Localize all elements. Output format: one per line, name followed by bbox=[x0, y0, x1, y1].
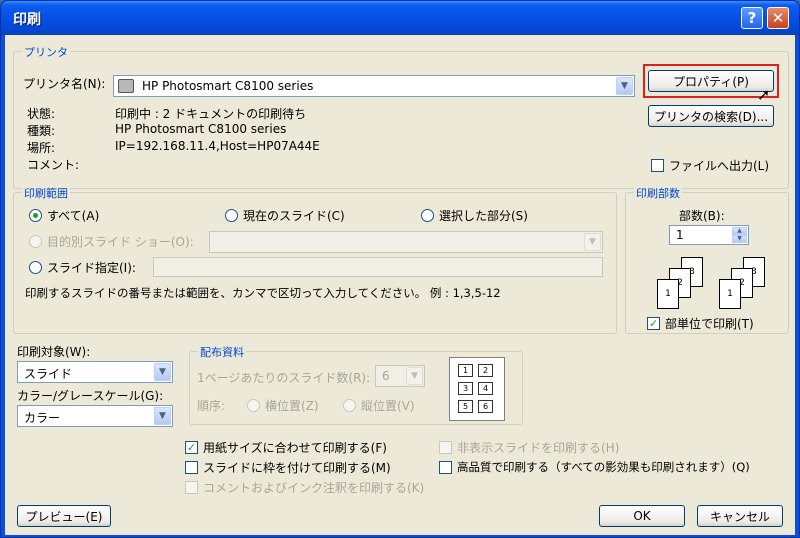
help-icon[interactable]: ? bbox=[741, 7, 763, 29]
cancel-button[interactable]: キャンセル bbox=[697, 505, 783, 527]
order-vertical-radio[interactable] bbox=[343, 399, 356, 412]
print-to-file-label[interactable]: ファイルへ出力(L) bbox=[669, 157, 769, 174]
location-value: IP=192.168.11.4,Host=HP07A44E bbox=[115, 139, 320, 153]
print-dialog: 印刷 ? ✕ プリンタ プリンタ名(N): HP Photosmart C810… bbox=[0, 0, 800, 538]
ok-button[interactable]: OK bbox=[599, 505, 685, 527]
high-quality-checkbox[interactable] bbox=[439, 461, 452, 474]
window-title: 印刷 bbox=[13, 12, 41, 28]
collate-page-icon: 1 bbox=[719, 279, 741, 309]
handout-cell: 6 bbox=[478, 400, 493, 413]
type-value: HP Photosmart C8100 series bbox=[115, 122, 287, 136]
chevron-down-icon[interactable]: ▼ bbox=[154, 407, 171, 425]
handout-cell: 4 bbox=[478, 382, 493, 395]
print-to-file-checkbox[interactable] bbox=[651, 159, 664, 172]
title-bar[interactable]: 印刷 ? ✕ bbox=[1, 1, 799, 35]
color-select[interactable]: カラー ▼ bbox=[17, 405, 173, 427]
slides-input[interactable] bbox=[153, 257, 603, 277]
custom-show-select[interactable]: ▼ bbox=[209, 231, 603, 253]
range-hint: 印刷するスライドの番号または範囲を、カンマで区切って入力してください。 例 : … bbox=[25, 286, 501, 300]
comments-ink-label: コメントおよびインク注釈を印刷する(K) bbox=[203, 481, 425, 495]
collate-page-icon: 1 bbox=[657, 279, 679, 309]
spin-buttons[interactable]: ▲ ▼ bbox=[732, 227, 747, 244]
chevron-down-icon[interactable]: ▼ bbox=[154, 363, 171, 381]
type-label: 種類: bbox=[27, 124, 56, 138]
copies-group-label: 印刷部数 bbox=[634, 185, 682, 201]
slides-per-page-label: 1ページあたりのスライド数(R): bbox=[197, 371, 371, 385]
handout-preview: 1 2 3 4 5 6 bbox=[449, 357, 505, 421]
comment-label: コメント: bbox=[27, 158, 80, 172]
order-vertical-label: 縦位置(V) bbox=[361, 399, 415, 413]
slides-per-page-select[interactable]: 6 ▼ bbox=[375, 365, 425, 387]
color-label: カラー/グレースケール(G): bbox=[17, 389, 164, 403]
frame-slides-label[interactable]: スライドに枠を付けて印刷する(M) bbox=[203, 459, 391, 476]
slides-per-page-value: 6 bbox=[382, 369, 390, 383]
range-slides-radio[interactable] bbox=[29, 261, 42, 274]
print-what-label: 印刷対象(W): bbox=[17, 345, 91, 359]
chevron-down-icon[interactable]: ▼ bbox=[406, 367, 423, 385]
collate-checkbox[interactable]: ✓ bbox=[647, 317, 660, 330]
printer-name-select[interactable]: HP Photosmart C8100 series ▼ bbox=[113, 75, 635, 97]
high-quality-label[interactable]: 高品質で印刷する（すべての影効果も印刷されます）(Q) bbox=[457, 459, 750, 475]
dialog-body: プリンタ プリンタ名(N): HP Photosmart C8100 serie… bbox=[5, 35, 795, 535]
mouse-cursor-icon: ➚ bbox=[757, 85, 771, 104]
order-horizontal-radio[interactable] bbox=[247, 399, 260, 412]
find-printer-button[interactable]: プリンタの検索(D)... bbox=[648, 105, 774, 127]
copies-count-value: 1 bbox=[676, 228, 684, 242]
handout-cell: 1 bbox=[458, 364, 473, 377]
range-selection-radio[interactable] bbox=[421, 209, 434, 222]
printer-name-value: HP Photosmart C8100 series bbox=[142, 79, 314, 93]
handout-cell: 5 bbox=[458, 400, 473, 413]
comments-ink-checkbox[interactable] bbox=[185, 481, 198, 494]
collate-label[interactable]: 部単位で印刷(T) bbox=[665, 315, 754, 332]
printer-icon bbox=[118, 79, 134, 93]
copies-count-stepper[interactable]: 1 ▲ ▼ bbox=[669, 225, 749, 245]
hidden-slides-checkbox[interactable] bbox=[439, 441, 452, 454]
print-range-group-label: 印刷範囲 bbox=[22, 185, 70, 201]
printer-group-label: プリンタ bbox=[22, 44, 70, 60]
scale-to-fit-checkbox[interactable]: ✓ bbox=[185, 441, 198, 454]
range-custom-show-radio[interactable] bbox=[29, 235, 42, 248]
close-icon[interactable]: ✕ bbox=[767, 7, 789, 29]
properties-button[interactable]: プロパティ(P) bbox=[648, 70, 774, 92]
status-value: 印刷中 : 2 ドキュメントの印刷待ち bbox=[115, 107, 307, 121]
order-horizontal-label: 横位置(Z) bbox=[265, 399, 319, 413]
handouts-group-label: 配布資料 bbox=[198, 344, 246, 360]
range-custom-show-label: 目的別スライド ショー(O): bbox=[47, 235, 194, 249]
range-all-label[interactable]: すべて(A) bbox=[47, 207, 99, 224]
range-selection-label[interactable]: 選択した部分(S) bbox=[439, 207, 528, 224]
range-current-label[interactable]: 現在のスライド(C) bbox=[243, 207, 345, 224]
handout-cell: 2 bbox=[478, 364, 493, 377]
chevron-down-icon[interactable]: ▼ bbox=[616, 77, 633, 95]
print-what-select[interactable]: スライド ▼ bbox=[17, 361, 173, 383]
order-label: 順序: bbox=[197, 399, 226, 413]
range-current-radio[interactable] bbox=[225, 209, 238, 222]
chevron-up-icon[interactable]: ▲ bbox=[732, 227, 747, 235]
range-all-radio[interactable] bbox=[29, 209, 42, 222]
chevron-down-icon[interactable]: ▼ bbox=[732, 235, 747, 243]
color-value: カラー bbox=[24, 411, 61, 425]
handout-cell: 3 bbox=[458, 382, 473, 395]
scale-to-fit-label[interactable]: 用紙サイズに合わせて印刷する(F) bbox=[203, 439, 387, 456]
status-label: 状態: bbox=[27, 107, 56, 121]
hidden-slides-label: 非表示スライドを印刷する(H) bbox=[457, 441, 620, 455]
printer-name-label: プリンタ名(N): bbox=[23, 77, 106, 91]
copies-count-label: 部数(B): bbox=[679, 209, 725, 223]
print-what-value: スライド bbox=[24, 367, 73, 381]
range-slides-label[interactable]: スライド指定(I): bbox=[47, 259, 136, 276]
chevron-down-icon[interactable]: ▼ bbox=[584, 233, 601, 251]
location-label: 場所: bbox=[27, 141, 56, 155]
frame-slides-checkbox[interactable] bbox=[185, 461, 198, 474]
preview-button[interactable]: プレビュー(E) bbox=[17, 505, 111, 527]
